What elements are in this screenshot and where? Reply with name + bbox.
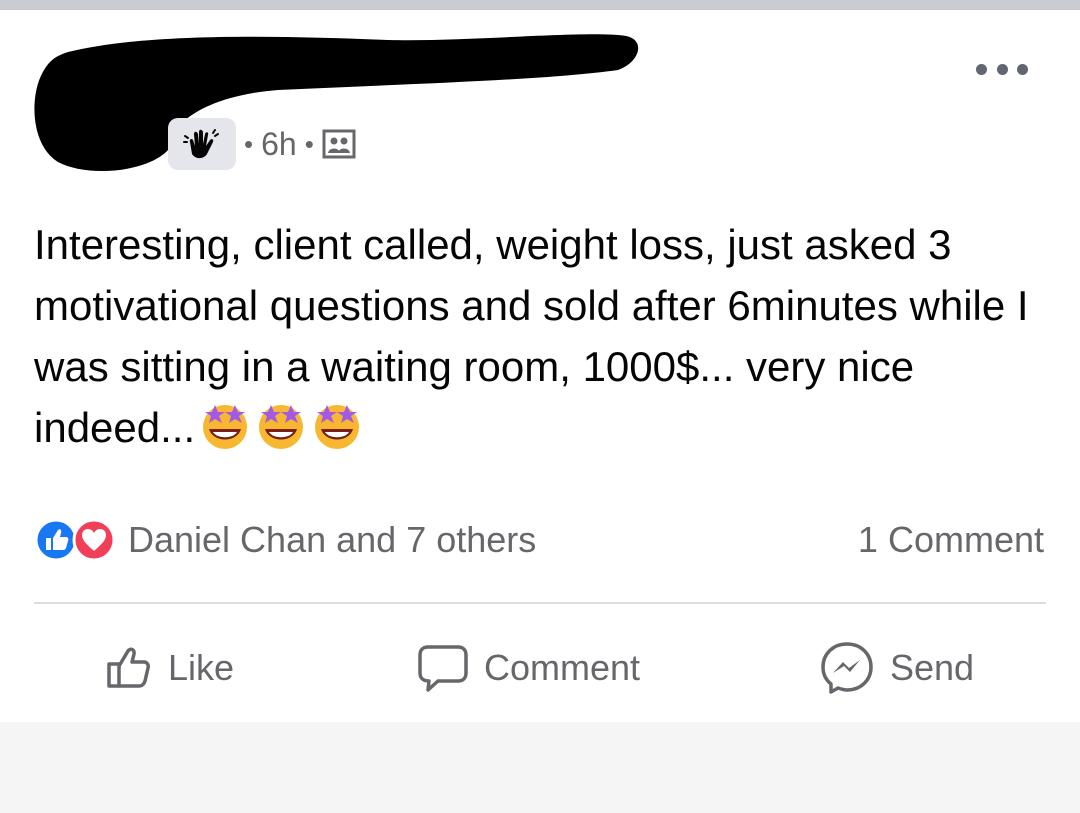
send-button[interactable]: Send: [818, 638, 974, 698]
group-privacy-icon: [322, 129, 356, 159]
meta-separator: •: [304, 128, 314, 159]
like-label: Like: [168, 647, 235, 688]
emoji-row: [199, 399, 363, 451]
post-text: Interesting, client called, weight loss,…: [34, 221, 1041, 451]
send-label: Send: [890, 647, 975, 688]
star-struck-emoji: [203, 404, 248, 449]
messenger-icon: [821, 642, 873, 694]
love-reaction-icon: [72, 518, 116, 562]
meta-separator: •: [244, 128, 254, 159]
more-dot: [976, 63, 987, 75]
thumbs-up-icon: [107, 647, 150, 688]
like-button[interactable]: Like: [104, 638, 234, 698]
feed-background: [0, 722, 1080, 813]
more-options-button[interactable]: [976, 58, 1028, 80]
reactions-summary[interactable]: Daniel Chan and 7 others: [34, 514, 536, 566]
reaction-icons: [34, 518, 116, 562]
comment-label: Comment: [484, 647, 641, 688]
divider: [34, 602, 1046, 604]
comment-button[interactable]: Comment: [416, 638, 640, 698]
post-body: Interesting, client called, weight loss,…: [34, 214, 1054, 458]
speech-bubble-icon: [418, 645, 468, 692]
post-meta: • 6h •: [168, 118, 356, 170]
more-dot: [996, 63, 1008, 75]
star-struck-emoji: [315, 404, 360, 449]
more-dot: [1017, 63, 1028, 75]
post-timestamp[interactable]: 6h: [261, 126, 297, 163]
star-struck-emoji: [259, 404, 304, 449]
comment-count-link[interactable]: 1 Comment: [858, 514, 1044, 566]
top-separator-band: [0, 0, 1080, 10]
waving-hand-icon: [168, 118, 236, 170]
reactions-text: Daniel Chan and 7 others: [128, 519, 537, 560]
